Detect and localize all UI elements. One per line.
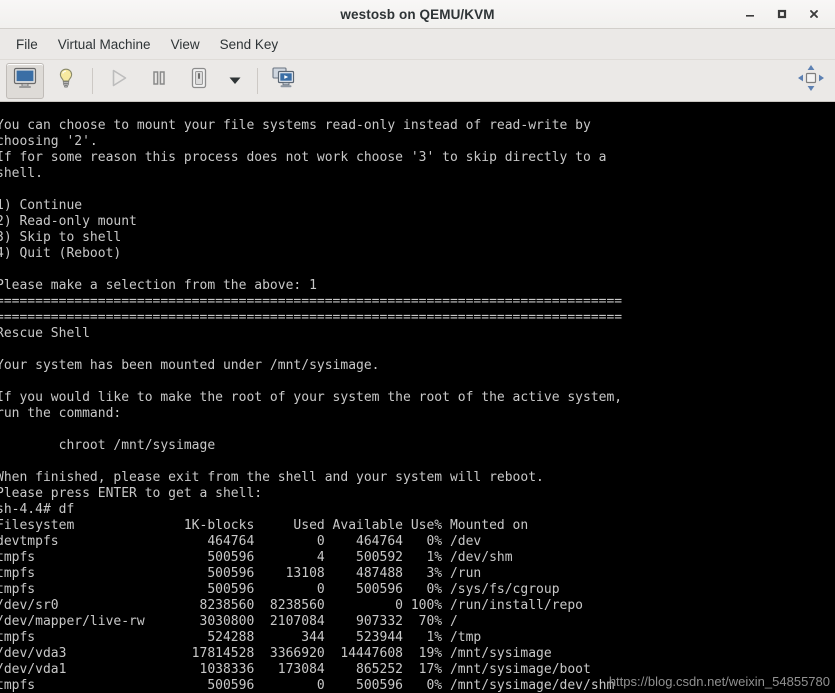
- terminal-line: 3) Skip to shell: [0, 230, 122, 245]
- close-button[interactable]: [799, 3, 829, 25]
- terminal-line: /dev/vda3 17814528 3366920 14447608 19% …: [0, 646, 552, 661]
- snapshot-icon: [272, 67, 296, 94]
- fullscreen-button[interactable]: [793, 64, 829, 98]
- terminal-line: 1) Continue: [0, 198, 83, 213]
- terminal-line: When finished, please exit from the shel…: [0, 470, 544, 485]
- terminal-line: Please press ENTER to get a shell:: [0, 486, 263, 501]
- watermark-text: https://blog.csdn.net/weixin_54855780: [608, 674, 830, 689]
- terminal-output: You can choose to mount your file system…: [0, 118, 835, 693]
- toolbar-separator-2: [257, 67, 258, 94]
- window-controls: [735, 0, 829, 28]
- pause-button[interactable]: [141, 64, 177, 98]
- terminal-line: tmpfs 500596 13108 487488 3% /run: [0, 566, 482, 581]
- terminal-line: If you would like to make the root of yo…: [0, 390, 623, 405]
- vm-console-screen[interactable]: equired to your system. Choose '1' to pr…: [0, 102, 835, 693]
- terminal-line: /dev/mapper/live-rw 3030800 2107084 9073…: [0, 614, 458, 629]
- terminal-line: ========================================…: [0, 310, 623, 325]
- terminal-line: shell.: [0, 166, 43, 181]
- terminal-line: Rescue Shell: [0, 326, 90, 341]
- terminal-line: /dev/sr0 8238560 8238560 0 100% /run/ins…: [0, 598, 583, 613]
- menu-bar: File Virtual Machine View Send Key: [0, 29, 835, 60]
- details-view-button[interactable]: [48, 64, 84, 98]
- menu-item-view[interactable]: View: [161, 33, 210, 56]
- virt-manager-window: westosb on QEMU/KVM File Virtual Machine…: [0, 0, 835, 693]
- terminal-line: sh-4.4# df: [0, 502, 75, 517]
- window-title: westosb on QEMU/KVM: [340, 6, 495, 22]
- terminal-line: run the command:: [0, 406, 122, 421]
- terminal-line: 2) Read-only mount: [0, 214, 137, 229]
- run-button[interactable]: [101, 64, 137, 98]
- terminal-line: chroot /mnt/sysimage: [0, 438, 216, 453]
- lightbulb-icon: [55, 67, 77, 94]
- menu-item-virtual-machine[interactable]: Virtual Machine: [48, 33, 161, 56]
- power-icon: [188, 66, 210, 95]
- title-bar: westosb on QEMU/KVM: [0, 0, 835, 29]
- terminal-line: 4) Quit (Reboot): [0, 246, 122, 261]
- terminal-line: tmpfs 524288 344 523944 1% /tmp: [0, 630, 482, 645]
- toolbar: [0, 60, 835, 102]
- terminal-line: Filesystem 1K-blocks Used Available Use%…: [0, 518, 529, 533]
- shutdown-menu-button[interactable]: [221, 64, 249, 98]
- shutdown-button[interactable]: [181, 64, 217, 98]
- terminal-line: tmpfs 500596 4 500592 1% /dev/shm: [0, 550, 513, 565]
- menu-item-file[interactable]: File: [6, 33, 48, 56]
- monitor-icon: [13, 67, 37, 94]
- terminal-line: Your system has been mounted under /mnt/…: [0, 358, 380, 373]
- terminal-line: choosing '2'.: [0, 134, 98, 149]
- play-icon: [108, 67, 130, 94]
- terminal-line: You can choose to mount your file system…: [0, 118, 591, 133]
- terminal-line: devtmpfs 464764 0 464764 0% /dev: [0, 534, 482, 549]
- console-view-button[interactable]: [6, 62, 44, 99]
- menu-item-send-key[interactable]: Send Key: [210, 33, 289, 56]
- terminal-line: If for some reason this process does not…: [0, 150, 607, 165]
- resize-arrows-icon: [797, 64, 825, 97]
- chevron-down-icon: [228, 72, 242, 90]
- terminal-clipped-line: equired to your system. Choose '1' to pr…: [0, 102, 835, 118]
- pause-icon: [148, 67, 170, 94]
- terminal-line: tmpfs 500596 0 500596 0% /sys/fs/cgroup: [0, 582, 560, 597]
- toolbar-separator: [92, 67, 93, 94]
- maximize-button[interactable]: [767, 3, 797, 25]
- terminal-line: ========================================…: [0, 294, 623, 309]
- terminal-clipped-text: equired to your system. Choose '1' to pr…: [0, 102, 835, 118]
- terminal-line: Please make a selection from the above: …: [0, 278, 317, 293]
- minimize-button[interactable]: [735, 3, 765, 25]
- snapshots-button[interactable]: [266, 64, 302, 98]
